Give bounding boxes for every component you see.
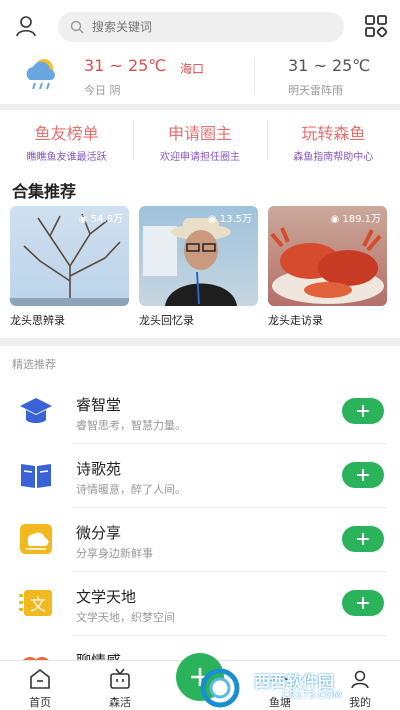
list-item[interactable]: 睿智堂 睿智思考，智慧力量。 <box>0 380 400 444</box>
collection-thumbnail[interactable]: ◉ 54.8万 <box>10 206 129 306</box>
quick-link-title: 玩转森鱼 <box>301 124 366 143</box>
section-divider <box>0 104 400 110</box>
view-count-value: 13.5万 <box>219 214 252 225</box>
tab-life[interactable]: 森活 <box>90 667 150 710</box>
top-bar <box>0 10 400 42</box>
plus-icon <box>357 469 369 481</box>
collection-thumbnail[interactable]: ◉ 13.5万 <box>139 206 258 306</box>
divider <box>254 58 255 94</box>
quick-link-title: 鱼友榜单 <box>34 124 99 143</box>
section-divider <box>0 338 400 346</box>
quick-link-guide[interactable]: 玩转森鱼 森鱼指南帮助中心 <box>266 112 400 170</box>
collection-card[interactable]: ◉ 54.8万 龙头思辨录 <box>10 206 129 330</box>
quick-link-subtitle: 欢迎申请担任圈主 <box>159 152 240 163</box>
view-count: ◉ 189.1万 <box>330 214 381 225</box>
collection-label: 龙头回忆录 <box>139 314 194 327</box>
collection-card[interactable]: ◉ 189.1万 龙头走访录 <box>268 206 387 330</box>
collections-title: 合集推荐 <box>12 182 77 201</box>
watermark-url: CR173.COM <box>282 690 342 701</box>
quick-link-subtitle: 森鱼指南帮助中心 <box>293 152 374 163</box>
view-count: ◉ 54.8万 <box>78 214 123 225</box>
search-input[interactable] <box>92 20 292 34</box>
item-subtitle: 睿智思考，智慧力量。 <box>76 419 186 432</box>
view-count-value: 54.8万 <box>90 214 123 225</box>
tab-label: 首页 <box>29 696 51 709</box>
tab-home[interactable]: 首页 <box>10 667 70 710</box>
share-icon <box>20 524 52 554</box>
search-box[interactable] <box>58 12 344 42</box>
tomorrow-temperature: 31 ~ 25℃ <box>288 56 371 75</box>
collections-list: ◉ 54.8万 龙头思辨录 ◉ 13.5万 龙头回忆录 ◉ 189.1万 龙头走… <box>10 206 390 330</box>
svg-text:文: 文 <box>30 595 46 614</box>
collection-thumbnail[interactable]: ◉ 189.1万 <box>268 206 387 306</box>
item-title: 文学天地 <box>76 588 137 606</box>
collection-card[interactable]: ◉ 13.5万 龙头回忆录 <box>139 206 258 330</box>
plus-icon <box>357 533 369 545</box>
today-temperature: 31 ~ 25℃ <box>84 56 167 75</box>
search-icon <box>70 20 84 34</box>
list-item[interactable]: 文 文学天地 文学天地，织梦空间 <box>0 572 400 636</box>
quick-link-title: 申请圈主 <box>167 124 232 143</box>
item-subtitle: 文学天地，织梦空间 <box>76 611 175 624</box>
plus-icon <box>357 597 369 609</box>
view-count-value: 189.1万 <box>342 214 381 225</box>
home-icon <box>30 668 50 689</box>
list-item[interactable]: 诗歌苑 诗情暖意，醉了人间。 <box>0 444 400 508</box>
watermark-logo-icon <box>200 668 240 708</box>
item-title: 睿智堂 <box>76 396 122 414</box>
quick-links: 鱼友榜单 瞧瞧鱼友谁最活跃 申请圈主 欢迎申请担任圈主 玩转森鱼 森鱼指南帮助中… <box>0 112 400 170</box>
item-title: 诗歌苑 <box>76 460 122 478</box>
watermark-text: 西西软件园 <box>254 672 335 691</box>
watermark: 西西软件园 CR173.COM <box>198 668 398 708</box>
quick-link-subtitle: 瞧瞧鱼友谁最活跃 <box>26 152 107 163</box>
item-subtitle: 分享身边新鲜事 <box>76 547 153 560</box>
user-icon[interactable] <box>14 14 38 38</box>
plus-icon <box>357 405 369 417</box>
city-name[interactable]: 海口 <box>180 60 204 77</box>
collection-label: 龙头思辨录 <box>10 314 65 327</box>
list-item[interactable]: 微分享 分享身边新鲜事 <box>0 508 400 572</box>
view-count: ◉ 13.5万 <box>207 214 252 225</box>
grid-icon[interactable] <box>364 14 388 38</box>
featured-list: 睿智堂 睿智思考，智慧力量。 诗歌苑 诗情暖意，醉了人间。 微分享 分享身边新鲜… <box>0 380 400 700</box>
add-button[interactable] <box>342 526 384 552</box>
weather-panel[interactable]: 31 ~ 25℃ 海口 今日 阴 31 ~ 25℃ 明天雷阵雨 <box>0 52 400 104</box>
graduation-cap-icon <box>20 398 52 423</box>
item-subtitle: 诗情暖意，醉了人间。 <box>76 483 186 496</box>
add-button[interactable] <box>342 398 384 424</box>
quick-link-apply-owner[interactable]: 申请圈主 欢迎申请担任圈主 <box>133 112 266 170</box>
add-button[interactable] <box>342 462 384 488</box>
add-button[interactable] <box>342 590 384 616</box>
today-condition: 今日 阴 <box>84 84 121 97</box>
tab-label: 森活 <box>109 696 131 709</box>
book-icon <box>21 464 51 488</box>
quick-link-leaderboard[interactable]: 鱼友榜单 瞧瞧鱼友谁最活跃 <box>0 112 133 170</box>
featured-title: 精选推荐 <box>12 358 56 371</box>
item-title: 微分享 <box>76 524 122 542</box>
literature-icon: 文 <box>19 590 52 616</box>
tv-icon <box>110 668 130 689</box>
collection-label: 龙头走访录 <box>268 314 323 327</box>
tomorrow-condition: 明天雷阵雨 <box>288 84 343 97</box>
rain-cloud-icon <box>26 59 55 90</box>
